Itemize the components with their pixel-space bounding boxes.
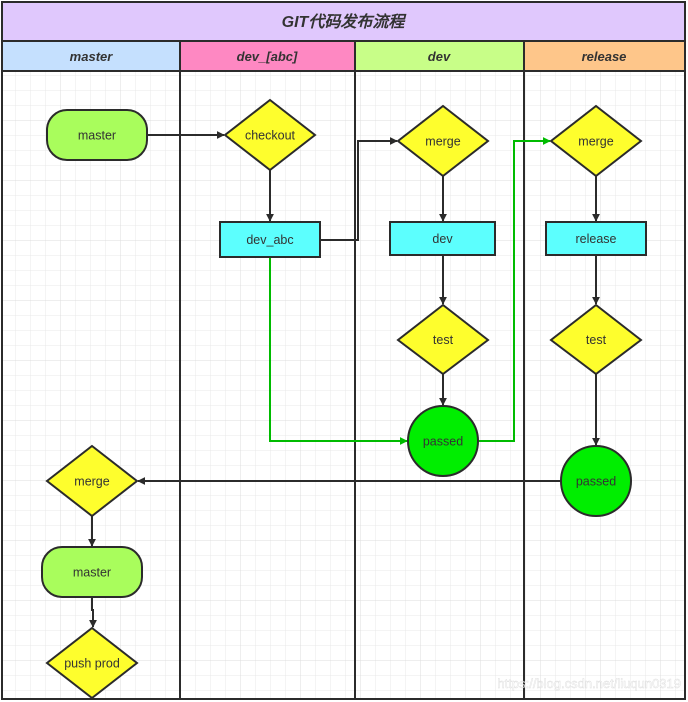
node-label: test (433, 333, 454, 347)
node-label: merge (74, 475, 109, 489)
node-label: dev_abc (246, 233, 293, 247)
node-label: test (586, 333, 607, 347)
node-label: passed (423, 435, 463, 449)
node-dev[interactable]: dev (389, 221, 496, 256)
swimlane-diagram: GIT代码发布流程 master dev_[abc] dev release m… (1, 1, 686, 700)
lane-label-master: master (70, 49, 114, 64)
node-dev-abc[interactable]: dev_abc (219, 221, 321, 258)
node-label: release (576, 232, 617, 246)
lane-label-release: release (582, 49, 627, 64)
node-label: passed (576, 475, 616, 489)
node-master-start[interactable]: master (46, 109, 148, 161)
lane-label-dev: dev (428, 49, 451, 64)
lane-header-dev: dev (354, 40, 525, 72)
lane-header-release: release (523, 40, 686, 72)
node-label: merge (578, 135, 613, 149)
node-dev-passed[interactable]: passed (407, 405, 479, 477)
watermark: https://blog.csdn.net/liuqun0319 (497, 676, 681, 691)
node-label: dev (432, 232, 453, 246)
lane-header-master: master (1, 40, 181, 72)
node-label: merge (425, 135, 460, 149)
lane-header-dev-abc: dev_[abc] (179, 40, 356, 72)
node-label: push prod (64, 657, 120, 671)
node-label: master (73, 566, 111, 580)
edge-master-to-push-prod (89, 597, 97, 628)
node-label: checkout (245, 129, 296, 143)
node-master-end[interactable]: master (41, 546, 143, 598)
node-release-passed[interactable]: passed (560, 445, 632, 517)
diagram-title: GIT代码发布流程 (282, 13, 408, 31)
lane-label-dev-abc: dev_[abc] (237, 49, 298, 64)
node-label: master (78, 129, 116, 143)
node-release[interactable]: release (545, 221, 647, 256)
